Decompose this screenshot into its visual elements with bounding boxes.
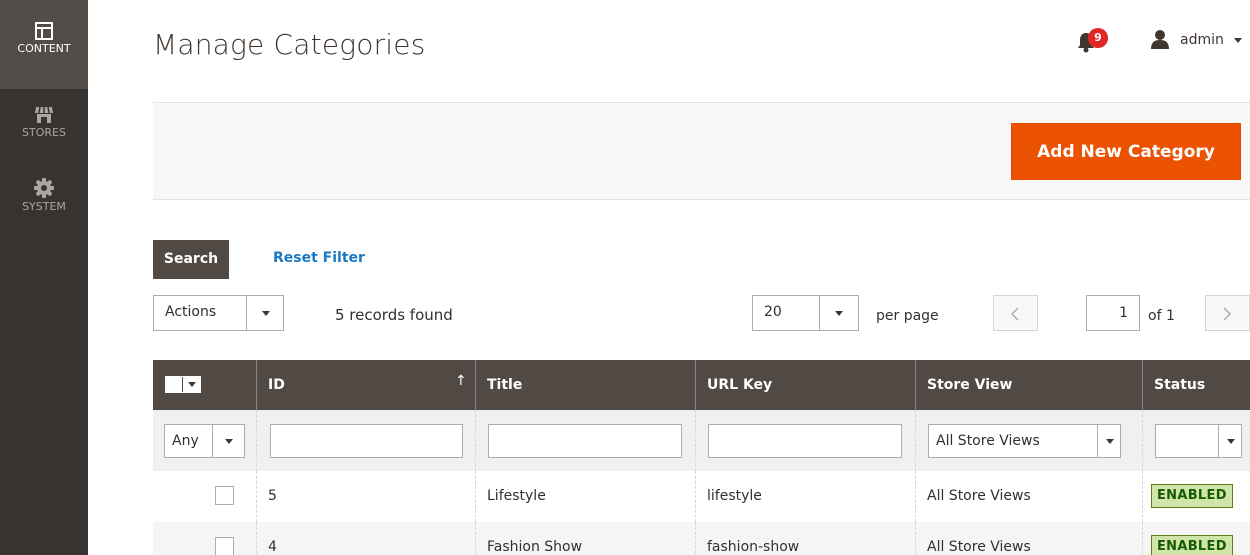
- cell-id: 5: [256, 471, 475, 522]
- sidebar-item-system[interactable]: SYSTEM: [0, 178, 88, 230]
- add-new-category-button[interactable]: Add New Category: [1011, 123, 1241, 180]
- chevron-right-icon: [1223, 307, 1232, 321]
- admin-sidebar: CONTENT STORES SYSTEM: [0, 0, 88, 555]
- status-badge: ENABLED: [1151, 484, 1233, 508]
- cell-title: Lifestyle: [475, 471, 695, 522]
- status-badge: ENABLED: [1151, 535, 1233, 555]
- cell-store-view: All Store Views: [915, 471, 1142, 522]
- current-page-input[interactable]: 1: [1086, 295, 1140, 331]
- mass-select-filter[interactable]: Any: [164, 424, 245, 458]
- row-select-checkbox[interactable]: [215, 486, 234, 505]
- cell-store-view: All Store Views: [915, 522, 1142, 555]
- grid-header-row: ID ↑ Title URL Key Store View Status: [153, 360, 1250, 410]
- chevron-down-icon: [262, 311, 270, 316]
- chevron-down-icon: [1227, 439, 1235, 444]
- store-view-filter-select[interactable]: All Store Views: [928, 424, 1121, 458]
- search-button[interactable]: Search: [153, 240, 229, 279]
- sidebar-item-label: STORES: [22, 126, 66, 139]
- chevron-down-icon: [225, 439, 233, 444]
- url-key-filter-input[interactable]: [708, 424, 902, 458]
- per-page-value: 20: [764, 304, 782, 320]
- notifications-badge: 9: [1088, 28, 1108, 48]
- user-icon[interactable]: [1151, 29, 1169, 49]
- row-select-checkbox[interactable]: [215, 537, 234, 555]
- content-icon: [35, 22, 53, 40]
- sidebar-item-label: CONTENT: [17, 42, 71, 55]
- per-page-label: per page: [876, 308, 939, 324]
- chevron-down-icon: [188, 382, 196, 387]
- previous-page-button[interactable]: [993, 295, 1038, 331]
- mass-select-header: [153, 360, 256, 410]
- stores-icon: [35, 106, 53, 123]
- user-menu-name[interactable]: admin: [1180, 32, 1224, 48]
- chevron-down-icon[interactable]: [1234, 38, 1242, 43]
- cell-url-key: lifestyle: [695, 471, 915, 522]
- page-title: Manage Categories: [153, 28, 426, 61]
- records-found: 5 records found: [335, 306, 453, 324]
- sidebar-item-label: SYSTEM: [22, 200, 66, 213]
- column-header-store-view[interactable]: Store View: [915, 360, 1142, 410]
- per-page-select[interactable]: 20: [752, 295, 859, 331]
- sidebar-item-stores[interactable]: STORES: [0, 106, 88, 158]
- chevron-down-icon: [835, 311, 843, 316]
- id-filter-input[interactable]: [270, 424, 463, 458]
- next-page-button[interactable]: [1205, 295, 1250, 331]
- column-header-url-key[interactable]: URL Key: [695, 360, 915, 410]
- sort-ascending-icon: ↑: [455, 373, 467, 389]
- mass-actions-select[interactable]: Actions: [153, 295, 284, 331]
- table-row[interactable]: 4 Fashion Show fashion-show All Store Vi…: [153, 522, 1250, 555]
- column-header-title[interactable]: Title: [475, 360, 695, 410]
- grid-filter-row: Any All Store Views: [153, 410, 1250, 471]
- system-icon: [34, 178, 54, 198]
- chevron-left-icon: [1010, 307, 1019, 321]
- column-header-status[interactable]: Status: [1142, 360, 1250, 410]
- cell-id: 4: [256, 522, 475, 555]
- column-header-id[interactable]: ID ↑: [256, 360, 475, 410]
- total-pages-label: of 1: [1148, 308, 1175, 324]
- mass-select-dropdown[interactable]: [165, 376, 201, 393]
- reset-filter-link[interactable]: Reset Filter: [273, 250, 365, 266]
- status-filter-select[interactable]: [1155, 424, 1242, 458]
- chevron-down-icon: [1106, 439, 1114, 444]
- mass-actions-label: Actions: [165, 304, 217, 320]
- cell-title: Fashion Show: [475, 522, 695, 555]
- cell-url-key: fashion-show: [695, 522, 915, 555]
- sidebar-item-content[interactable]: CONTENT: [0, 0, 88, 89]
- table-row[interactable]: 5 Lifestyle lifestyle All Store Views EN…: [153, 471, 1250, 522]
- title-filter-input[interactable]: [488, 424, 682, 458]
